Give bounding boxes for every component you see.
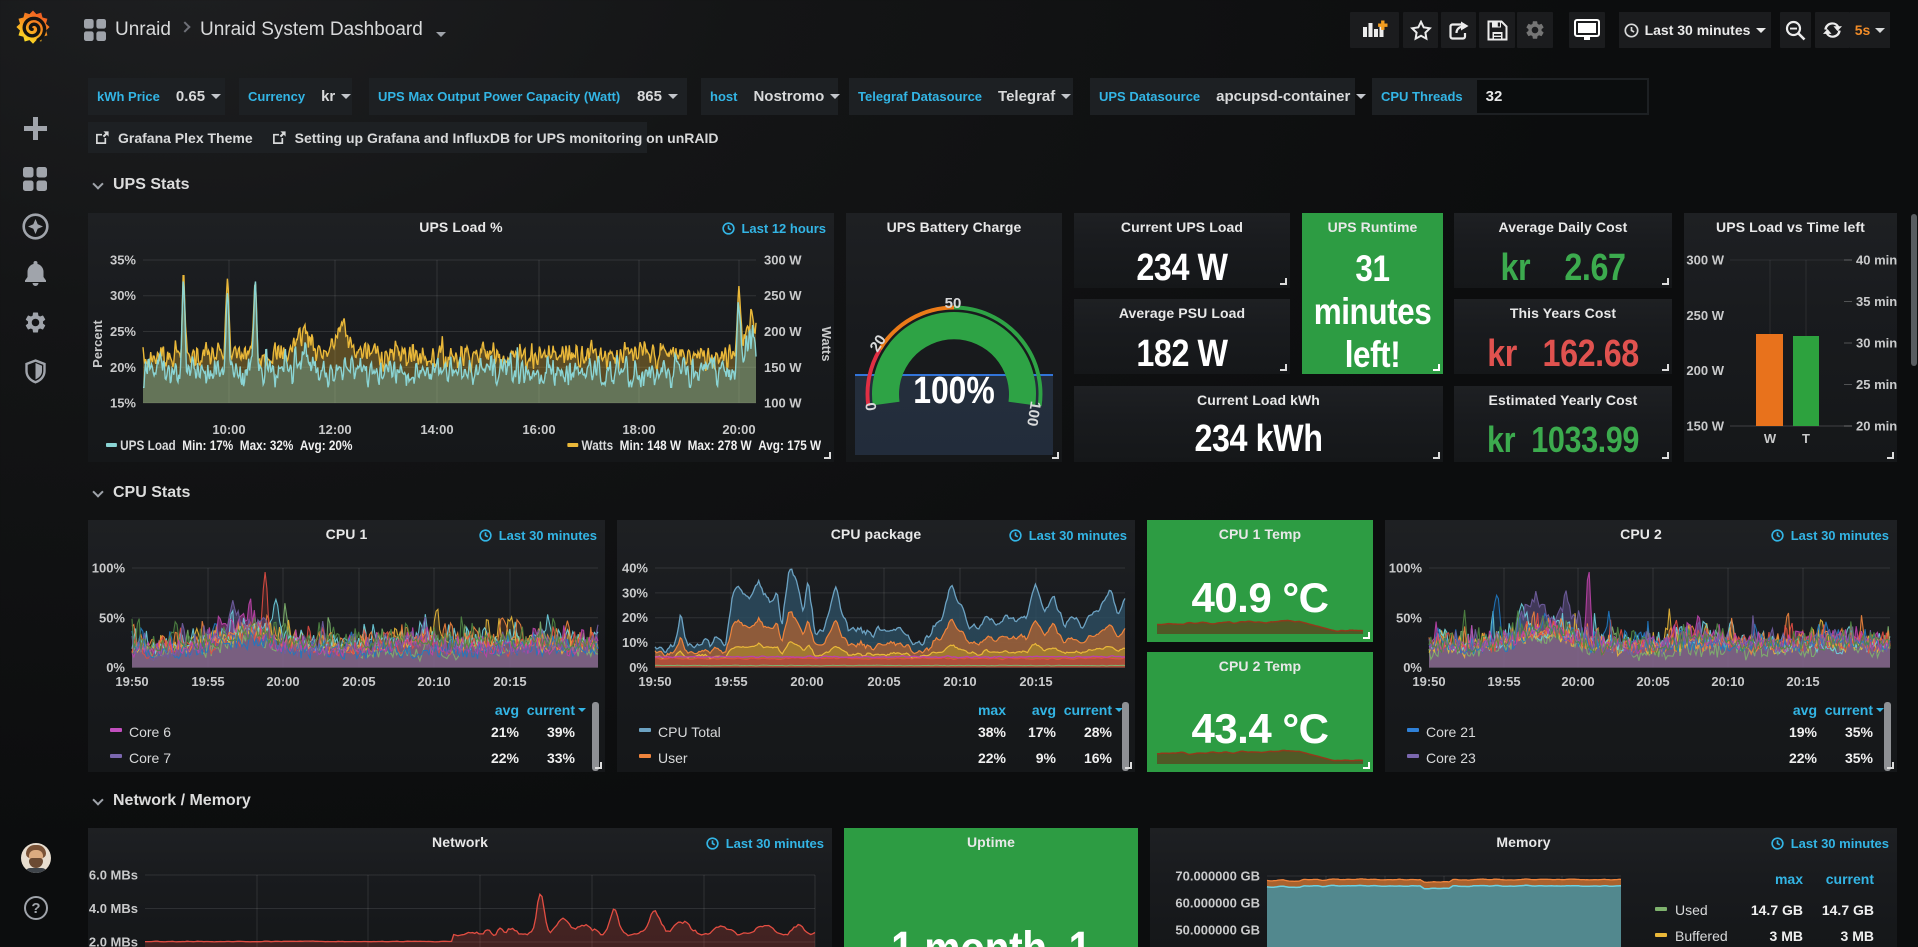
svg-text:0%: 0% <box>629 660 648 675</box>
svg-text:30%: 30% <box>622 585 648 600</box>
svg-text:10%: 10% <box>622 635 648 650</box>
svg-text:19:55: 19:55 <box>714 674 747 689</box>
svg-text:250 W: 250 W <box>1686 308 1724 323</box>
svg-text:19:50: 19:50 <box>638 674 671 689</box>
svg-text:0%: 0% <box>1403 660 1422 675</box>
svg-text:50%: 50% <box>1396 610 1422 625</box>
svg-text:15%: 15% <box>110 396 136 411</box>
svg-text:300 W: 300 W <box>764 253 802 268</box>
svg-text:20:15: 20:15 <box>493 674 526 689</box>
svg-text:20%: 20% <box>110 360 136 375</box>
svg-text:50%: 50% <box>99 610 125 625</box>
svg-text:20:00: 20:00 <box>1561 674 1594 689</box>
svg-text:W: W <box>1764 431 1777 446</box>
svg-text:150 W: 150 W <box>1686 419 1724 434</box>
svg-text:19:50: 19:50 <box>1412 674 1445 689</box>
svg-text:25%: 25% <box>110 324 136 339</box>
svg-text:20:00: 20:00 <box>266 674 299 689</box>
svg-text:19:55: 19:55 <box>1487 674 1520 689</box>
svg-text:20%: 20% <box>622 610 648 625</box>
svg-text:12:00: 12:00 <box>318 422 351 437</box>
svg-text:200 W: 200 W <box>764 324 802 339</box>
svg-text:16:00: 16:00 <box>522 422 555 437</box>
svg-text:20:15: 20:15 <box>1019 674 1052 689</box>
svg-text:18:00: 18:00 <box>622 422 655 437</box>
svg-text:70.000000 GB: 70.000000 GB <box>1175 869 1260 884</box>
svg-text:35%: 35% <box>110 253 136 268</box>
svg-text:20:15: 20:15 <box>1786 674 1819 689</box>
svg-text:Percent: Percent <box>90 319 105 367</box>
svg-text:20 min: 20 min <box>1856 419 1897 434</box>
svg-text:20:10: 20:10 <box>1711 674 1744 689</box>
svg-text:4.0 MBs: 4.0 MBs <box>89 901 138 916</box>
svg-text:30 min: 30 min <box>1856 336 1897 351</box>
svg-text:50.000000 GB: 50.000000 GB <box>1175 923 1260 938</box>
svg-text:20:05: 20:05 <box>342 674 375 689</box>
svg-text:25 min: 25 min <box>1856 377 1897 392</box>
svg-text:20:00: 20:00 <box>790 674 823 689</box>
svg-text:20:00: 20:00 <box>722 422 755 437</box>
svg-text:150 W: 150 W <box>764 360 802 375</box>
svg-text:200 W: 200 W <box>1686 363 1724 378</box>
svg-text:Watts: Watts <box>819 327 834 362</box>
svg-text:40%: 40% <box>622 561 648 576</box>
svg-text:100%: 100% <box>92 561 126 576</box>
svg-text:250 W: 250 W <box>764 288 802 303</box>
svg-text:2.0 MBs: 2.0 MBs <box>89 935 138 947</box>
svg-text:20:05: 20:05 <box>1636 674 1669 689</box>
svg-text:19:55: 19:55 <box>191 674 224 689</box>
svg-text:10:00: 10:00 <box>212 422 245 437</box>
svg-text:19:50: 19:50 <box>115 674 148 689</box>
svg-text:20:10: 20:10 <box>417 674 450 689</box>
svg-text:100%: 100% <box>913 369 995 411</box>
svg-text:50: 50 <box>945 295 962 312</box>
svg-text:0%: 0% <box>106 660 125 675</box>
svg-text:20:05: 20:05 <box>867 674 900 689</box>
svg-text:6.0 MBs: 6.0 MBs <box>89 868 138 883</box>
svg-text:40 min: 40 min <box>1856 253 1897 268</box>
svg-text:T: T <box>1802 431 1810 446</box>
svg-text:35 min: 35 min <box>1856 294 1897 309</box>
svg-text:60.000000 GB: 60.000000 GB <box>1175 896 1260 911</box>
svg-text:30%: 30% <box>110 288 136 303</box>
svg-text:100 W: 100 W <box>764 396 802 411</box>
svg-text:300 W: 300 W <box>1686 253 1724 268</box>
svg-text:100%: 100% <box>1389 561 1423 576</box>
svg-text:14:00: 14:00 <box>420 422 453 437</box>
svg-text:20:10: 20:10 <box>943 674 976 689</box>
